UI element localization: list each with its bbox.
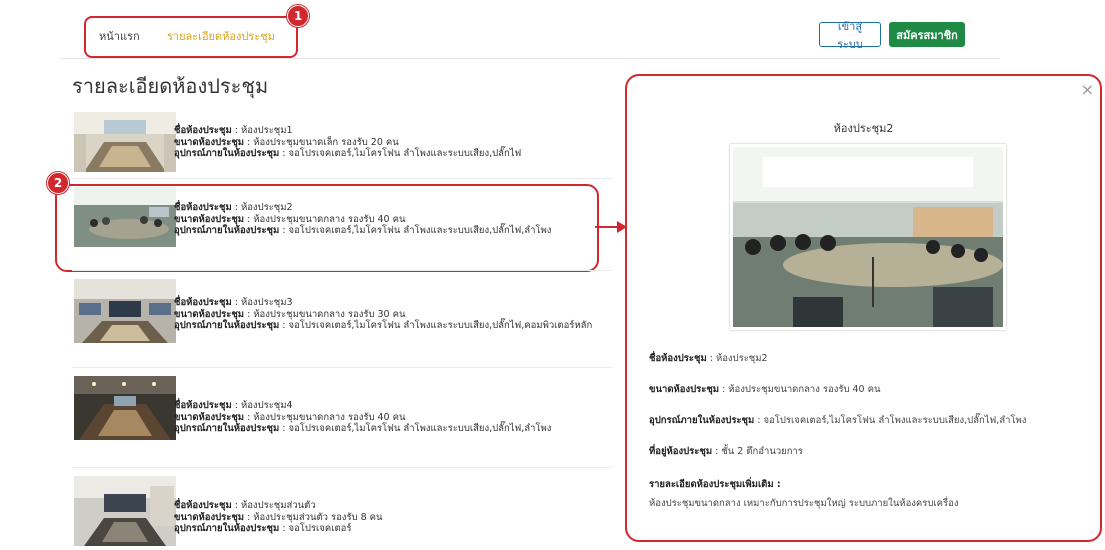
modal-name-field: ชื่อห้องประชุม : ห้องประชุม2 (649, 353, 768, 364)
top-navbar: หน้าแรก รายละเอียดห้องประชุม 1 เข้าสู่ระ… (0, 0, 1105, 60)
room-name: ห้องประชุมส่วนตัว (240, 500, 316, 511)
register-button[interactable]: สมัครสมาชิก (889, 22, 965, 47)
row-divider (72, 178, 612, 179)
room-size: ห้องประชุมส่วนตัว รองรับ 8 คน (253, 511, 383, 523)
room-size: ห้องประชุมขนาดเล็ก รองรับ 20 คน (253, 136, 399, 148)
nav-divider (60, 58, 1000, 59)
modal-equipment-label: อุปกรณ์ภายในห้องประชุม (649, 415, 755, 426)
modal-more-label-field: รายละเอียดห้องประชุมเพิ่มเติม : (649, 477, 781, 492)
room-size: ห้องประชุมขนาดกลาง รองรับ 40 คน (253, 411, 406, 423)
room-list-item[interactable]: ชื่อห้องประชุม : ห้องประชุมส่วนตัว ขนาดห… (72, 476, 612, 546)
room-name-label: ชื่อห้องประชุม (174, 400, 232, 411)
room-size: ห้องประชุมขนาดกลาง รองรับ 30 คน (253, 308, 406, 320)
room-info: ชื่อห้องประชุม : ห้องประชุมส่วนตัว ขนาดห… (174, 500, 383, 534)
modal-location: ชั้น 2 ตึกอำนวยการ (721, 446, 803, 457)
modal-size: ห้องประชุมขนาดกลาง รองรับ 40 คน (728, 384, 881, 395)
room-name: ห้องประชุม3 (240, 297, 293, 308)
room-equipment-label: อุปกรณ์ภายในห้องประชุม (174, 523, 280, 534)
row-divider (72, 367, 612, 368)
room-list-item[interactable]: ชื่อห้องประชุม : ห้องประชุม4 ขนาดห้องประ… (72, 376, 612, 446)
modal-title: ห้องประชุม2 (833, 122, 894, 135)
room-thumbnail (74, 112, 176, 172)
modal-more-text: ห้องประชุมขนาดกลาง เหมาะกับการประชุมใหญ่… (649, 498, 959, 509)
modal-equipment: จอโปรเจคเตอร์,ไมโครโฟน ลำโพงและระบบเสียง… (763, 415, 1027, 426)
room-info: ชื่อห้องประชุม : ห้องประชุม3 ขนาดห้องประ… (174, 297, 593, 331)
row-divider (72, 270, 612, 271)
room-size-label: ขนาดห้องประชุม (174, 136, 245, 148)
annotation-badge-2: 2 (47, 172, 69, 194)
modal-size-label: ขนาดห้องประชุม (649, 384, 720, 395)
modal-size-field: ขนาดห้องประชุม : ห้องประชุมขนาดกลาง รองร… (649, 384, 881, 395)
annotation-badge-1: 1 (287, 5, 309, 27)
modal-more-label: รายละเอียดห้องประชุมเพิ่มเติม : (649, 479, 781, 490)
annotation-box-nav (84, 16, 298, 58)
room-equipment: จอโปรเจคเตอร์,ไมโครโฟน ลำโพงและระบบเสียง… (288, 148, 522, 159)
login-button[interactable]: เข้าสู่ระบบ (819, 21, 881, 51)
room-equipment: จอโปรเจคเตอร์,ไมโครโฟน ลำโพงและระบบเสียง… (288, 423, 552, 434)
room-thumbnail (74, 279, 176, 343)
arrow-right-icon (595, 221, 627, 233)
room-thumbnail (74, 376, 176, 440)
room-name-label: ชื่อห้องประชุม (174, 297, 232, 308)
room-size-label: ขนาดห้องประชุม (174, 411, 245, 423)
room-list-item[interactable]: ชื่อห้องประชุม : ห้องประชุม3 ขนาดห้องประ… (72, 279, 612, 349)
modal-name-label: ชื่อห้องประชุม (649, 353, 707, 364)
room-thumbnail (74, 476, 176, 546)
room-equipment-label: อุปกรณ์ภายในห้องประชุม (174, 423, 280, 434)
room-info: ชื่อห้องประชุม : ห้องประชุม1 ขนาดห้องประ… (174, 125, 522, 159)
room-name-label: ชื่อห้องประชุม (174, 500, 232, 511)
modal-location-label: ที่อยู่ห้องประชุม (649, 446, 713, 457)
room-name: ห้องประชุม4 (240, 400, 293, 411)
close-icon[interactable]: × (1081, 82, 1094, 98)
modal-equipment-field: อุปกรณ์ภายในห้องประชุม : จอโปรเจคเตอร์,ไ… (649, 415, 1027, 426)
annotation-box-room2 (55, 184, 599, 272)
room-list-item[interactable]: ชื่อห้องประชุม : ห้องประชุม1 ขนาดห้องประ… (72, 112, 612, 182)
room-photo (730, 144, 1006, 330)
room-equipment: จอโปรเจคเตอร์,ไมโครโฟน ลำโพงและระบบเสียง… (288, 320, 593, 331)
room-size-label: ขนาดห้องประชุม (174, 511, 245, 523)
room-name: ห้องประชุม1 (240, 125, 293, 136)
room-equipment: จอโปรเจคเตอร์ (288, 523, 352, 534)
room-name-label: ชื่อห้องประชุม (174, 125, 232, 136)
room-size-label: ขนาดห้องประชุม (174, 308, 245, 320)
room-info: ชื่อห้องประชุม : ห้องประชุม4 ขนาดห้องประ… (174, 400, 552, 434)
modal-name: ห้องประชุม2 (715, 353, 768, 364)
room-equipment-label: อุปกรณ์ภายในห้องประชุม (174, 320, 280, 331)
modal-location-field: ที่อยู่ห้องประชุม : ชั้น 2 ตึกอำนวยการ (649, 446, 803, 457)
page-title: รายละเอียดห้องประชุม (72, 74, 269, 98)
room-detail-modal: × ห้องประชุม2 ชื่อห้องประชุม : ห้องประชุ… (625, 74, 1102, 542)
room-equipment-label: อุปกรณ์ภายในห้องประชุม (174, 148, 280, 159)
row-divider (72, 467, 612, 468)
